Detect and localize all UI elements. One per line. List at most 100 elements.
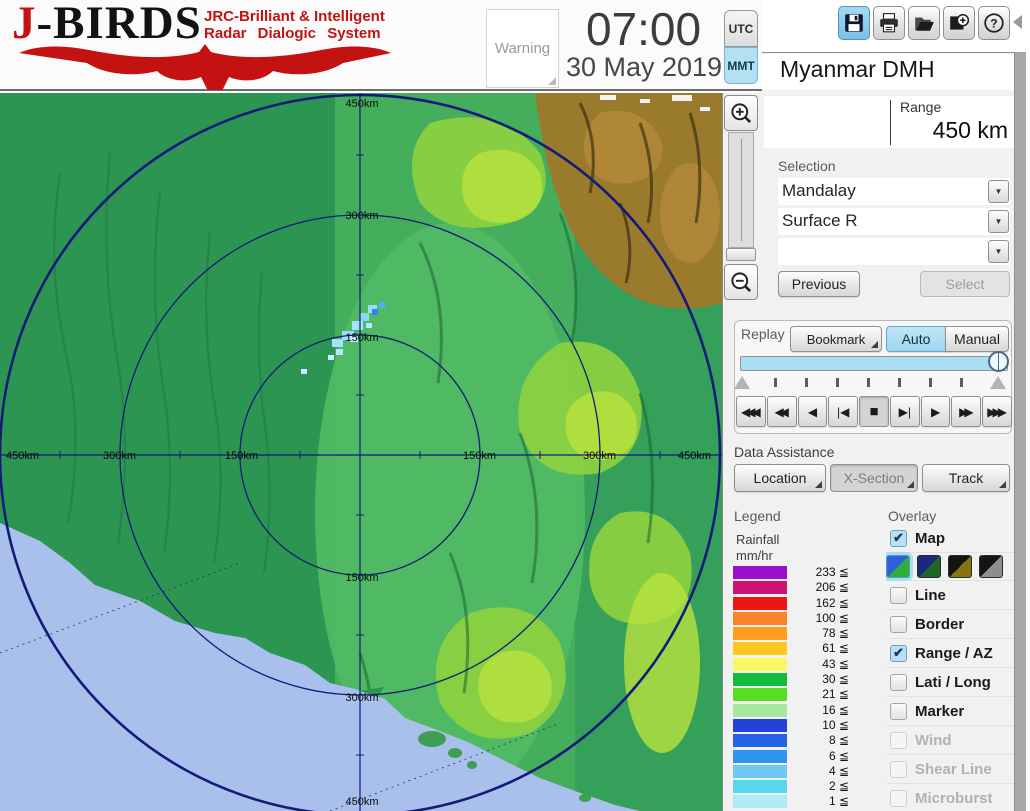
skip-start-button[interactable]: |◀ [828,396,859,427]
chevron-down-icon[interactable]: ▼ [988,180,1009,203]
overlay-item-shear-line: Shear Line [886,755,1014,784]
legend-value: 43 ≦ [822,656,849,671]
replay-auto-button[interactable]: Auto [886,326,946,352]
radar-map-canvas[interactable]: 450km 300km 150km 150km 300km 450km 450k… [0,93,722,811]
overlay-item-label: Microburst [915,789,993,807]
checkbox-disabled-icon [890,731,907,749]
bookmark-button[interactable]: Bookmark [790,326,882,352]
add-image-icon [950,13,970,30]
map-zoom-slider-handle[interactable] [726,248,756,261]
slider-start-marker[interactable] [734,376,750,389]
slider-end-marker[interactable] [990,376,1006,389]
legend-row: 6 ≦ [733,749,849,763]
help-button[interactable]: ? [978,6,1010,40]
range-label: 300km [583,450,616,462]
replay-slider-handle[interactable] [988,351,1009,372]
legend-swatch [733,566,787,579]
map-theme-swatch[interactable] [979,555,1003,578]
overlay-item-lati-long[interactable]: Lati / Long [886,668,1014,697]
rainfall-legend: 233 ≦ 206 ≦ 162 ≦ 100 ≦ 78 ≦ 61 ≦ 43 ≦ 3… [733,566,849,811]
open-file-button[interactable] [908,6,940,40]
logo-subtitle-line2: Radar Dialogic System [204,25,381,42]
slider-tick [805,378,808,387]
legend-value: 1 ≦ [828,794,849,809]
legend-row: 21 ≦ [733,687,849,702]
map-theme-swatch[interactable] [886,555,910,578]
rewind-fast-button[interactable]: ◀◀◀ [736,396,766,427]
overlay-item-range-az[interactable]: Range / AZ [886,639,1014,668]
extra-dropdown[interactable]: ▼ [778,238,1010,265]
checkbox-checked-icon[interactable] [890,529,907,547]
map-theme-row [886,553,1014,581]
map-theme-swatch[interactable] [948,555,972,578]
overlay-item-border[interactable]: Border [886,610,1014,639]
forward-fast-button[interactable]: ▶▶▶ [982,396,1013,427]
chevron-down-icon[interactable]: ▼ [988,210,1009,233]
save-button[interactable] [838,6,870,40]
forward-button[interactable]: ▶▶ [951,396,982,427]
legend-value: 4 ≦ [828,763,849,778]
overlay-item-label: Shear Line [915,760,992,778]
legend-value: 8 ≦ [828,733,849,748]
timezone-utc-button[interactable]: UTC [724,10,758,47]
data-assistance-label: Data Assistance [734,444,835,460]
skip-end-button[interactable]: ▶| [889,396,920,427]
print-button[interactable] [873,6,905,40]
overlay-item-line[interactable]: Line [886,581,1014,610]
play-button[interactable]: ▶ [920,396,951,427]
track-button[interactable]: Track [922,464,1010,492]
legend-swatch [733,734,787,748]
chevron-down-icon[interactable]: ▼ [988,240,1009,263]
stop-button[interactable]: ■ [859,396,889,427]
checkbox-checked-icon[interactable] [890,644,907,662]
replay-time-slider[interactable] [740,356,1008,371]
legend-value: 21 ≦ [822,687,849,702]
checkbox-icon[interactable] [890,702,907,720]
site-dropdown[interactable]: Mandalay ▼ [778,178,1010,205]
checkbox-icon[interactable] [890,615,907,633]
rewind-button[interactable]: ◀◀ [766,396,797,427]
overlay-item-map[interactable]: Map [886,524,1014,553]
checkbox-icon[interactable] [890,673,907,691]
range-value: 450 km [932,117,1008,143]
radar-map[interactable]: 450km 300km 150km 150km 300km 450km 450k… [0,93,722,811]
previous-button[interactable]: Previous [778,271,860,297]
vertical-scrollbar[interactable] [1014,52,1026,811]
slider-tick [867,378,870,387]
collapse-panel-arrow-icon[interactable] [1013,15,1022,29]
range-label: 450km [345,796,378,808]
legend-row: 78 ≦ [733,627,849,641]
overlay-item-wind: Wind [886,726,1014,755]
warning-panel[interactable]: Warning [486,9,559,88]
range-label: 450km [345,98,378,110]
zoom-in-button[interactable] [724,95,758,131]
add-image-button[interactable] [943,6,975,40]
range-label: 150km [225,450,258,462]
timezone-mmt-button[interactable]: MMT [724,47,758,84]
legend-value: 2 ≦ [828,779,849,794]
overlay-item-label: Border [915,615,965,633]
legend-row: 43 ≦ [733,656,849,671]
checkbox-icon[interactable] [890,586,907,604]
location-button[interactable]: Location [734,464,826,492]
step-back-button[interactable]: ◀ [797,396,828,427]
select-button[interactable]: Select [920,271,1010,297]
legend-value: 206 ≦ [815,580,849,595]
map-theme-swatch[interactable] [917,555,941,578]
legend-swatch [733,627,787,641]
logo-subtitle: JRC-Brilliant & Intelligent Radar Dialog… [204,8,385,42]
site-dropdown-value: Mandalay [782,181,856,200]
x-section-button[interactable]: X-Section [830,464,918,492]
overlay-item-marker[interactable]: Marker [886,697,1014,726]
legend-row: 100 ≦ [733,611,849,625]
legend-swatch [733,749,787,763]
range-label: 300km [345,692,378,704]
product-dropdown-value: Surface R [782,211,858,230]
product-dropdown[interactable]: Surface R ▼ [778,208,1010,235]
range-label: 150km [463,450,496,462]
map-zoom-slider[interactable] [728,132,754,248]
overlay-item-label: Range / AZ [915,644,993,662]
zoom-out-button[interactable] [724,264,758,300]
replay-manual-button[interactable]: Manual [945,326,1009,352]
clock-time: 07:00 [585,3,702,55]
